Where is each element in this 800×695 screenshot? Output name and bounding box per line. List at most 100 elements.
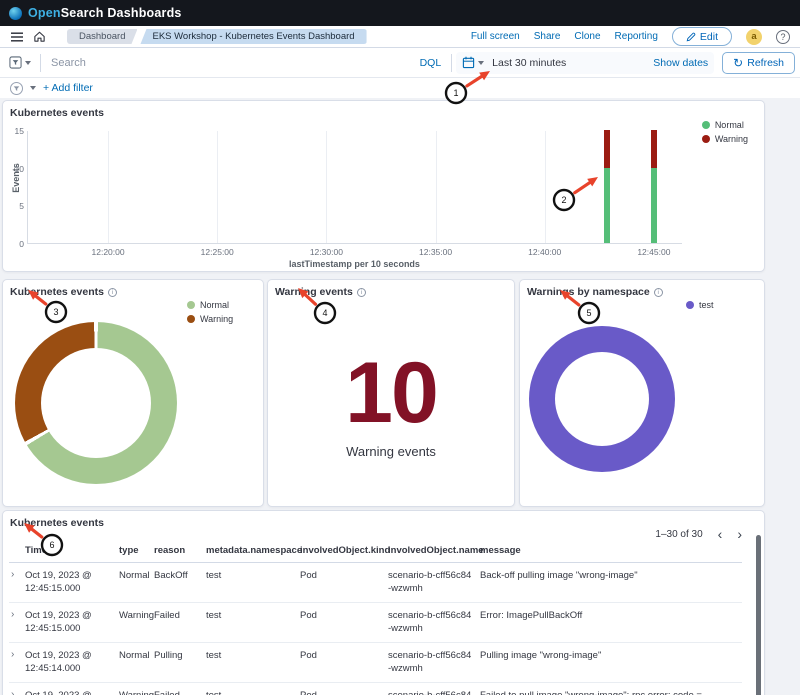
legend-label: Normal bbox=[715, 120, 744, 130]
legend-item[interactable]: test bbox=[686, 300, 714, 310]
opensearch-logo-icon bbox=[9, 7, 22, 20]
info-icon[interactable]: i bbox=[357, 288, 366, 297]
reporting-link[interactable]: Reporting bbox=[615, 31, 658, 42]
column-header-message[interactable]: message bbox=[480, 544, 742, 557]
column-header-involvedobject-name[interactable]: involvedObject.name bbox=[388, 544, 480, 557]
table-cell: Pulling bbox=[154, 649, 206, 662]
share-link[interactable]: Share bbox=[534, 31, 561, 42]
namespace-donut-chart[interactable] bbox=[529, 326, 675, 472]
expand-row-icon[interactable]: › bbox=[9, 609, 25, 621]
table-cell: Oct 19, 2023 @ 12:45:15.000 bbox=[25, 609, 119, 635]
table-cell: Back-off pulling image "wrong-image" bbox=[480, 569, 742, 582]
events-donut-chart[interactable] bbox=[15, 322, 177, 484]
y-tick-label: 15 bbox=[2, 126, 24, 136]
panel-warnings-by-namespace: Warnings by namespacei test bbox=[519, 279, 765, 507]
help-icon[interactable]: ? bbox=[776, 30, 790, 44]
legend-dot-icon bbox=[702, 135, 710, 143]
table-row: ›Oct 19, 2023 @ 12:45:15.000WarningFaile… bbox=[9, 603, 742, 643]
table-cell: Normal bbox=[119, 649, 154, 662]
nav-bar: Dashboard EKS Workshop - Kubernetes Even… bbox=[0, 26, 800, 48]
table-cell: BackOff bbox=[154, 569, 206, 582]
warning-count-label: Warning events bbox=[268, 444, 514, 459]
saved-query-menu[interactable] bbox=[0, 56, 40, 69]
legend-dot-icon bbox=[702, 121, 710, 129]
refresh-icon: ↻ bbox=[733, 57, 743, 69]
info-icon[interactable]: i bbox=[654, 288, 663, 297]
add-filter-button[interactable]: + Add filter bbox=[43, 82, 93, 94]
avatar[interactable]: a bbox=[746, 29, 762, 45]
table-cell: test bbox=[206, 569, 300, 582]
legend-label: Warning bbox=[200, 314, 233, 324]
gridline bbox=[217, 131, 218, 243]
expand-row-icon[interactable]: › bbox=[9, 569, 25, 581]
legend-label: test bbox=[699, 300, 714, 310]
bar-segment-normal[interactable] bbox=[651, 168, 657, 243]
breadcrumb-current-dashboard[interactable]: EKS Workshop - Kubernetes Events Dashboa… bbox=[140, 29, 366, 44]
table-cell: Pod bbox=[300, 569, 388, 582]
filter-options-icon[interactable] bbox=[10, 82, 23, 95]
menu-icon[interactable] bbox=[10, 30, 24, 44]
expand-row-icon[interactable]: › bbox=[9, 689, 25, 695]
table-cell: Oct 19, 2023 @ 12:45:14.000 bbox=[25, 689, 119, 695]
events-donut-legend: Normal Warning bbox=[187, 300, 233, 324]
bar-segment-warning[interactable] bbox=[651, 130, 657, 168]
table-cell: Pod bbox=[300, 649, 388, 662]
legend-item[interactable]: Warning bbox=[702, 134, 748, 144]
full-screen-link[interactable]: Full screen bbox=[471, 31, 520, 42]
info-icon[interactable]: i bbox=[108, 288, 117, 297]
date-picker: Last 30 minutes Show dates bbox=[456, 52, 714, 74]
next-page-icon[interactable]: › bbox=[737, 527, 742, 541]
events-table: Timetypereasonmetadata.namespaceinvolved… bbox=[9, 541, 742, 695]
table-cell: Failed bbox=[154, 689, 206, 695]
panel-title: Kubernetes events bbox=[10, 107, 104, 119]
prev-page-icon[interactable]: ‹ bbox=[718, 527, 723, 541]
chevron-down-icon bbox=[478, 61, 484, 65]
gridline bbox=[545, 131, 546, 243]
panel-title: Kubernetes events bbox=[10, 517, 104, 529]
quick-select-button[interactable] bbox=[462, 56, 484, 69]
legend-item[interactable]: Warning bbox=[187, 314, 233, 324]
search-input[interactable] bbox=[41, 57, 410, 69]
refresh-button[interactable]: ↻Refresh bbox=[722, 52, 795, 74]
home-icon[interactable] bbox=[33, 30, 46, 43]
filter-row: + Add filter bbox=[0, 78, 800, 98]
dql-button[interactable]: DQL bbox=[420, 57, 442, 69]
y-tick-label: 10 bbox=[2, 164, 24, 174]
table-cell: Pod bbox=[300, 689, 388, 695]
column-header-time[interactable]: Time bbox=[25, 544, 119, 557]
table-cell: test bbox=[206, 609, 300, 622]
column-header-involvedobject-kind[interactable]: involvedObject.kind bbox=[300, 544, 388, 557]
breadcrumb: Dashboard EKS Workshop - Kubernetes Even… bbox=[67, 29, 367, 44]
column-header-type[interactable]: type bbox=[119, 544, 154, 557]
y-tick-label: 5 bbox=[2, 201, 24, 211]
table-scrollbar[interactable] bbox=[756, 535, 761, 695]
bar-segment-normal[interactable] bbox=[604, 168, 610, 243]
x-tick-label: 12:40:00 bbox=[515, 247, 575, 257]
x-tick-label: 12:30:00 bbox=[296, 247, 356, 257]
query-bar: DQL Last 30 minutes Show dates ↻Refresh bbox=[0, 48, 800, 78]
column-header-reason[interactable]: reason bbox=[154, 544, 206, 557]
x-tick-label: 12:20:00 bbox=[78, 247, 138, 257]
pagination: 1–30 of 30 ‹ › bbox=[655, 527, 742, 541]
edit-button[interactable]: Edit bbox=[672, 27, 732, 46]
table-cell: Warning bbox=[119, 689, 154, 695]
legend-label: Normal bbox=[200, 300, 229, 310]
show-dates-button[interactable]: Show dates bbox=[653, 57, 708, 69]
table-cell: Oct 19, 2023 @ 12:45:14.000 bbox=[25, 649, 119, 675]
legend-item[interactable]: Normal bbox=[702, 120, 748, 130]
legend-item[interactable]: Normal bbox=[187, 300, 233, 310]
breadcrumb-dashboard[interactable]: Dashboard bbox=[67, 29, 137, 44]
table-row: ›Oct 19, 2023 @ 12:45:15.000NormalBackOf… bbox=[9, 563, 742, 603]
bar-segment-warning[interactable] bbox=[604, 130, 610, 168]
panel-warning-events-metric: Warning eventsi 10 Warning events bbox=[267, 279, 515, 507]
expand-row-icon[interactable]: › bbox=[9, 649, 25, 661]
app-title: OpenSearch Dashboards bbox=[28, 6, 182, 20]
time-range-value[interactable]: Last 30 minutes bbox=[492, 57, 566, 69]
column-header-metadata-namespace[interactable]: metadata.namespace bbox=[206, 544, 300, 557]
legend-label: Warning bbox=[715, 134, 748, 144]
pencil-icon bbox=[686, 32, 696, 42]
histogram-plot[interactable]: 12:20:0012:25:0012:30:0012:35:0012:40:00… bbox=[27, 131, 682, 244]
table-cell: Failed to pull image "wrong-image": rpc … bbox=[480, 689, 742, 695]
panel-kubernetes-events-table: Kubernetes events 1–30 of 30 ‹ › Timetyp… bbox=[2, 510, 765, 695]
clone-link[interactable]: Clone bbox=[574, 31, 600, 42]
